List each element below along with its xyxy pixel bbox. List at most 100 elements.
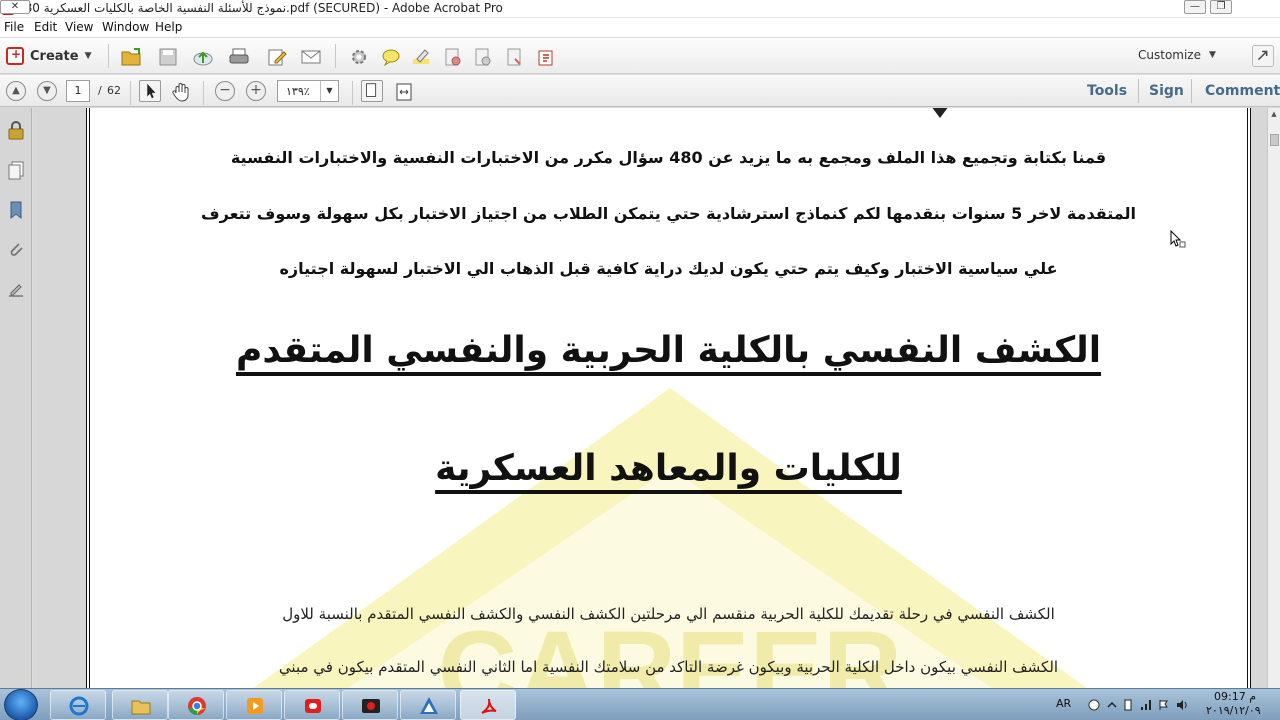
- intro-line-2: المتقدمة لاخر 5 سنوات بنقدمها لكم كنماذج…: [201, 204, 1136, 223]
- body-line-1: الكشف النفسي في رحلة تقديمك للكلية الحرب…: [282, 605, 1055, 623]
- navigation-toolbar: ▲ ▼ 1 / 62 − + ١٣٩٪ ▼ Tools Sign Comment: [0, 75, 1280, 107]
- menu-edit[interactable]: Edit: [34, 20, 57, 34]
- select-tool-button[interactable]: [139, 80, 161, 102]
- zoom-out-icon[interactable]: −: [215, 81, 235, 101]
- pdf-page: CAREER قمنا بكتابة وتجميع هذا الملف ومجم…: [86, 108, 1251, 688]
- zoom-in-icon[interactable]: +: [246, 81, 266, 101]
- tray-up-arrow-icon[interactable]: [1106, 699, 1118, 711]
- menu-help[interactable]: Help: [155, 20, 182, 34]
- recorder-icon: [305, 699, 321, 713]
- page-separator: /: [98, 84, 102, 97]
- clock-time[interactable]: 09:17 م: [1214, 690, 1256, 703]
- toolbar-divider: [108, 44, 109, 68]
- fit-width-icon[interactable]: [393, 81, 415, 103]
- highlight-pen-icon[interactable]: [410, 47, 432, 67]
- previous-page-up-icon[interactable]: ▲: [6, 81, 26, 101]
- chevron-down-icon: ▼: [1209, 50, 1216, 60]
- link-divider: [1191, 79, 1192, 103]
- taskbar-media-player[interactable]: [226, 690, 282, 720]
- next-page-down-icon[interactable]: ▼: [37, 81, 57, 101]
- clock-date[interactable]: ٢٠١٩/١٢/٠٩: [1206, 704, 1261, 717]
- vertical-scrollbar[interactable]: ▲: [1267, 108, 1280, 688]
- taskbar-file-explorer[interactable]: [112, 690, 168, 720]
- settings-gear-icon[interactable]: [348, 47, 370, 67]
- fit-page-icon: [366, 83, 377, 97]
- expand-arrow-icon: [1257, 50, 1268, 61]
- document-protect-icon[interactable]: [504, 47, 526, 67]
- document-action-icon[interactable]: [442, 47, 464, 67]
- comment-panel-link[interactable]: Comment: [1205, 83, 1280, 99]
- chevron-down-icon[interactable]: ▼: [320, 81, 338, 101]
- menu-bar: File Edit View Window Help: [0, 18, 1280, 38]
- menu-view[interactable]: View: [65, 20, 93, 34]
- autocad-icon: [420, 697, 438, 714]
- title-bar: 480 نموذج للأسئلة النفسية الخاصة بالكليا…: [0, 0, 1280, 18]
- upload-cloud-icon[interactable]: [192, 47, 214, 67]
- create-button[interactable]: Create ▼: [6, 45, 92, 67]
- scrollbar-thumb[interactable]: [1270, 134, 1279, 146]
- scroll-up-arrow-icon[interactable]: ▲: [1269, 110, 1279, 120]
- media-player-icon: [247, 698, 263, 714]
- system-tray: AR 09:17 م ٢٠١٩/١٢/٠٩: [1048, 689, 1280, 720]
- taskbar-autocad[interactable]: [400, 690, 456, 720]
- create-label: Create: [30, 48, 79, 64]
- intro-line-3: علي سياسية الاختبار وكيف يتم حتي يكون لد…: [279, 259, 1058, 278]
- save-icon[interactable]: [157, 47, 179, 67]
- customize-dropdown[interactable]: Customize ▼: [1138, 48, 1216, 62]
- keyboard-language[interactable]: AR: [1056, 697, 1071, 710]
- help-question-icon[interactable]: [1088, 699, 1100, 711]
- chrome-icon: [188, 697, 206, 715]
- comment-bubble-icon[interactable]: [380, 47, 402, 67]
- print-icon[interactable]: [228, 47, 250, 67]
- page-thumbnails-icon[interactable]: [7, 160, 25, 180]
- taskbar-camera-app[interactable]: [342, 690, 398, 720]
- fullscreen-expand-button[interactable]: [1252, 45, 1274, 67]
- signatures-pen-icon[interactable]: [7, 280, 25, 300]
- redact-tool-icon[interactable]: [535, 47, 557, 67]
- flag-icon[interactable]: [1158, 699, 1170, 711]
- cursor-arrow-icon: [147, 83, 156, 99]
- volume-speaker-icon[interactable]: [1176, 699, 1188, 711]
- minimize-button[interactable]: —: [1184, 0, 1206, 14]
- acrobat-icon: [481, 698, 497, 714]
- start-button[interactable]: [4, 689, 38, 720]
- edit-document-icon[interactable]: [266, 47, 288, 67]
- zoom-level-select[interactable]: ١٣٩٪ ▼: [277, 80, 339, 102]
- document-viewport[interactable]: CAREER قمنا بكتابة وتجميع هذا الملف ومجم…: [33, 108, 1267, 688]
- open-folder-icon[interactable]: [120, 47, 142, 67]
- page-number-input[interactable]: 1: [66, 80, 90, 102]
- fit-page-button[interactable]: [361, 80, 383, 102]
- sign-panel-link[interactable]: Sign: [1149, 83, 1184, 99]
- hand-tool-icon[interactable]: [170, 81, 192, 103]
- toolbar-divider: [335, 44, 336, 68]
- maximize-button[interactable]: ❐: [1210, 0, 1232, 14]
- attachments-paperclip-icon[interactable]: [7, 240, 25, 260]
- bookmarks-icon[interactable]: [7, 200, 25, 220]
- body-line-2: الكشف النفسي بيكون داخل الكلية الحربية و…: [278, 658, 1059, 676]
- heading-line-2: للكليات والمعاهد العسكرية: [435, 448, 902, 489]
- tools-panel-link[interactable]: Tools: [1087, 83, 1127, 99]
- network-signal-icon[interactable]: [1140, 699, 1152, 711]
- close-button[interactable]: ✕: [0, 0, 30, 14]
- zoom-level-value: ١٣٩٪: [286, 85, 310, 98]
- create-pdf-icon: [6, 47, 24, 65]
- taskbar-acrobat[interactable]: [460, 690, 516, 720]
- toolbar-divider: [352, 81, 353, 105]
- link-divider: [1138, 79, 1139, 103]
- security-lock-icon[interactable]: [7, 120, 25, 140]
- taskbar-screen-recorder[interactable]: [284, 690, 340, 720]
- battery-icon[interactable]: [1122, 699, 1134, 711]
- internet-explorer-icon: [69, 696, 89, 716]
- heading-line-1: الكشف النفسي بالكلية الحربية والنفسي الم…: [235, 330, 1102, 371]
- toolbar-divider: [130, 81, 131, 105]
- career-watermark-logo: CAREER: [253, 108, 1087, 688]
- document-compare-icon[interactable]: [472, 47, 494, 67]
- taskbar-internet-explorer[interactable]: [50, 690, 106, 720]
- customize-label: Customize: [1138, 48, 1201, 62]
- menu-window[interactable]: Window: [102, 20, 149, 34]
- menu-file[interactable]: File: [4, 20, 24, 34]
- taskbar-chrome[interactable]: [168, 690, 224, 720]
- folder-icon: [131, 700, 151, 715]
- email-icon[interactable]: [300, 47, 322, 67]
- toolbar-divider: [203, 81, 204, 105]
